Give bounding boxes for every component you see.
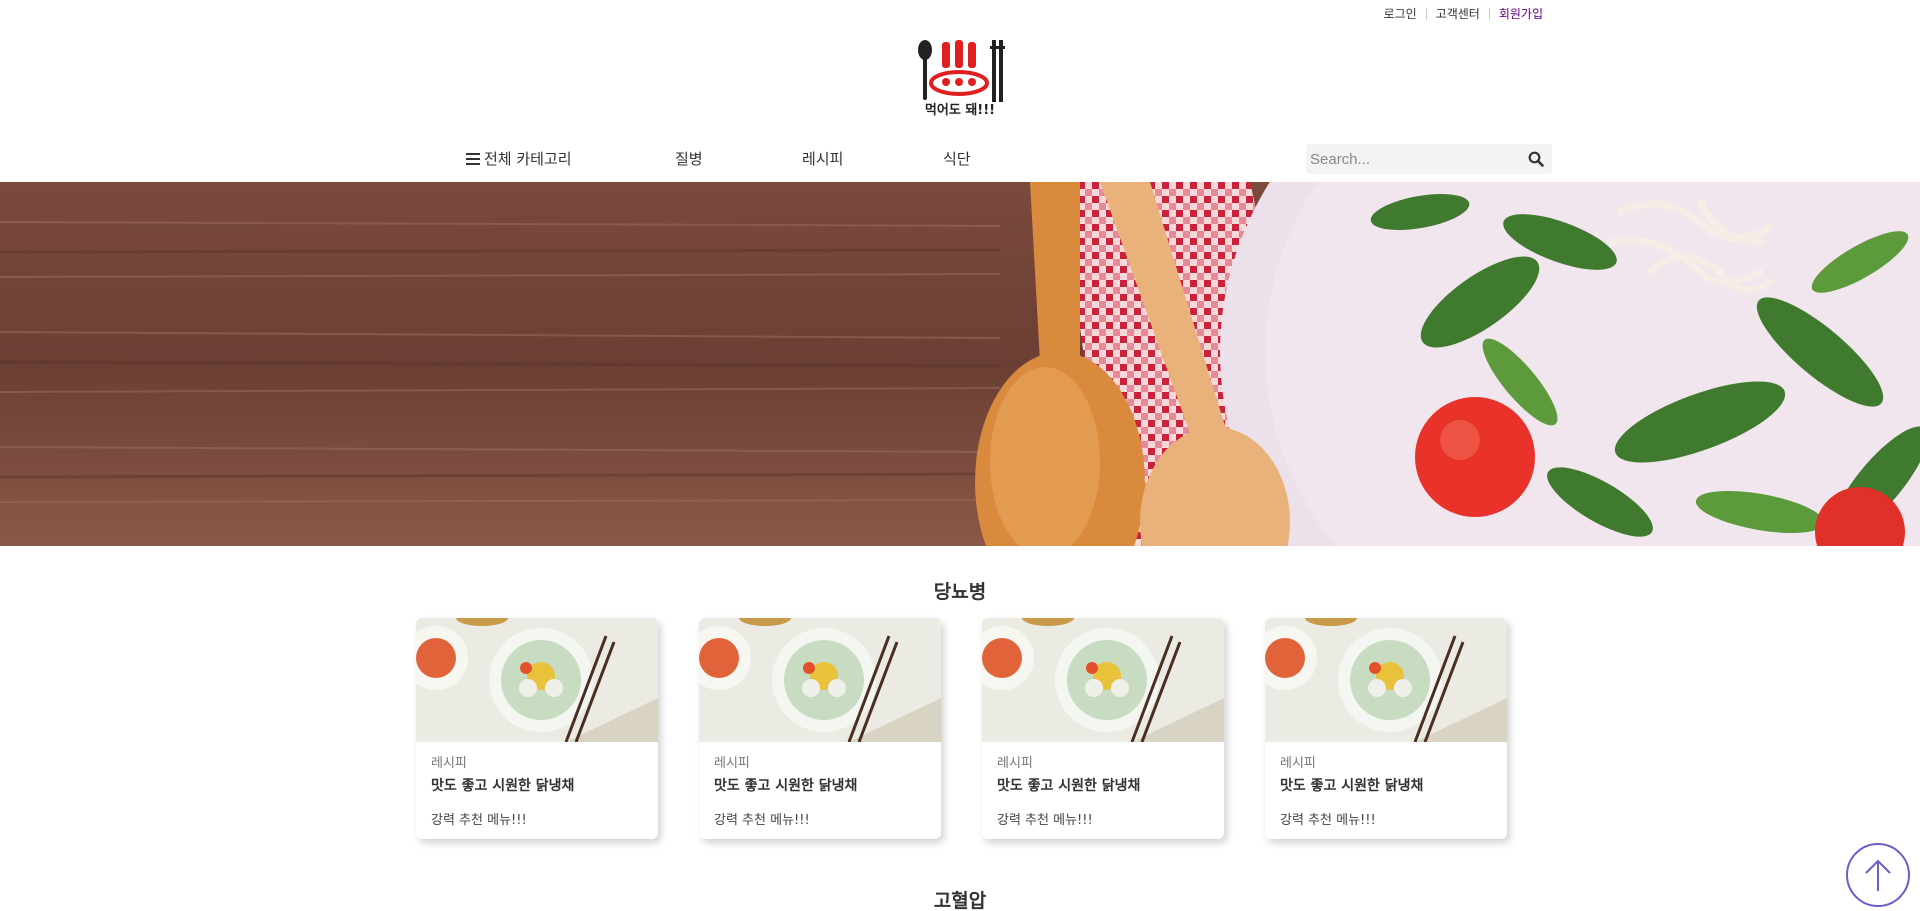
card-category: 레시피	[714, 756, 750, 771]
nav-all-categories-label: 전체 카테고리	[484, 150, 572, 168]
card-title: 맛도 좋고 시원한 닭냉채	[714, 778, 858, 794]
arrow-up-icon	[1865, 859, 1891, 891]
hero-banner	[0, 182, 1920, 546]
card-description: 강력 추천 메뉴!!!	[714, 813, 810, 828]
dish-thumbnail	[982, 618, 1224, 742]
recipe-card[interactable]: 레시피 맛도 좋고 시원한 닭냉채 강력 추천 메뉴!!!	[1265, 618, 1507, 839]
section-title: 고혈압	[933, 890, 987, 911]
hamburger-icon	[466, 152, 480, 165]
card-title: 맛도 좋고 시원한 닭냉채	[997, 778, 1141, 794]
dish-thumbnail	[1265, 618, 1507, 742]
section-title: 당뇨병	[933, 581, 987, 603]
card-description: 강력 추천 메뉴!!!	[997, 813, 1093, 828]
hero-image	[0, 182, 1920, 546]
search-icon[interactable]	[1528, 151, 1544, 167]
top-utility-links: 로그인 고객센터 회원가입	[1384, 5, 1543, 22]
recipe-card[interactable]: 레시피 맛도 좋고 시원한 닭냉채 강력 추천 메뉴!!!	[699, 618, 941, 839]
card-description: 강력 추천 메뉴!!!	[431, 813, 527, 828]
recipe-card[interactable]: 레시피 맛도 좋고 시원한 닭냉채 강력 추천 메뉴!!!	[416, 618, 658, 839]
recipe-card[interactable]: 레시피 맛도 좋고 시원한 닭냉채 강력 추천 메뉴!!!	[982, 618, 1224, 839]
site-logo[interactable]: 먹어도 돼!!!	[914, 38, 1006, 122]
search-box	[1306, 144, 1552, 174]
signup-link[interactable]: 회원가입	[1499, 5, 1543, 22]
card-category: 레시피	[431, 756, 467, 771]
card-description: 강력 추천 메뉴!!!	[1280, 813, 1376, 828]
recipe-card-list: 레시피 맛도 좋고 시원한 닭냉채 강력 추천 메뉴!!! 레시피 맛도 좋고 …	[416, 618, 1507, 839]
logo-icon: 먹어도 돼!!!	[918, 40, 1005, 118]
nav-diet[interactable]: 식단	[943, 148, 971, 169]
scroll-to-top-button[interactable]	[1846, 843, 1910, 907]
nav-recipe[interactable]: 레시피	[802, 148, 843, 169]
card-title: 맛도 좋고 시원한 닭냉채	[1280, 778, 1424, 794]
logo-text: 먹어도 돼!!!	[925, 102, 995, 118]
login-link[interactable]: 로그인	[1384, 5, 1417, 22]
divider	[1425, 7, 1427, 20]
customer-center-link[interactable]: 고객센터	[1436, 5, 1480, 22]
nav-all-categories[interactable]: 전체 카테고리	[466, 148, 572, 169]
card-category: 레시피	[997, 756, 1033, 771]
card-category: 레시피	[1280, 756, 1316, 771]
nav-disease[interactable]: 질병	[675, 148, 703, 169]
dish-thumbnail	[416, 618, 658, 742]
divider	[1488, 7, 1490, 20]
main-nav: 전체 카테고리 질병 레시피 식단	[0, 144, 1920, 182]
dish-thumbnail	[699, 618, 941, 742]
card-title: 맛도 좋고 시원한 닭냉채	[431, 778, 575, 794]
search-input[interactable]	[1306, 144, 1516, 174]
